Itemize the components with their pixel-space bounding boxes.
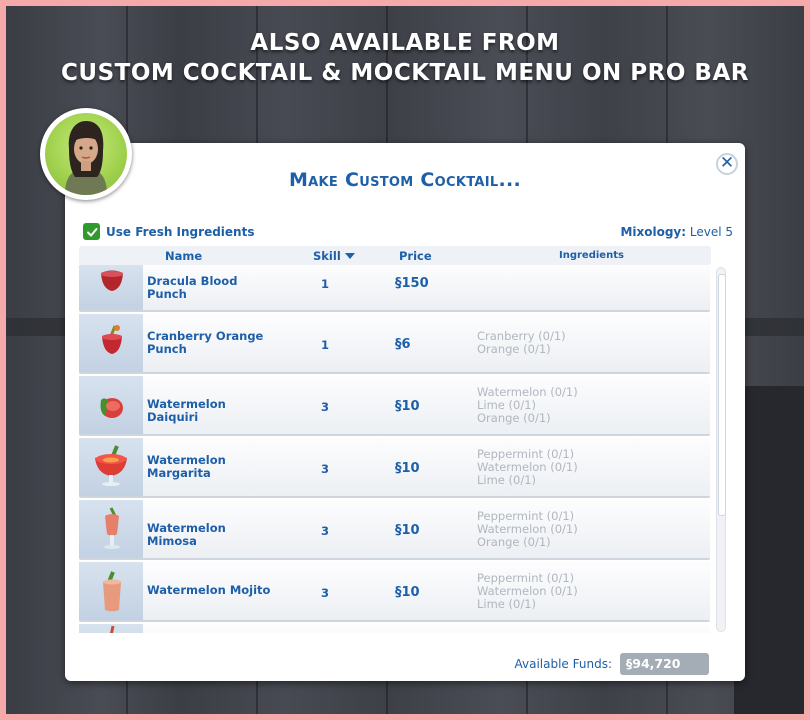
- fresh-ingredients-checkbox[interactable]: [83, 223, 100, 240]
- cranberry-punch-glass-icon: [102, 325, 122, 354]
- column-name[interactable]: Name: [165, 249, 202, 263]
- fresh-ingredients-label: Use Fresh Ingredients: [106, 224, 255, 239]
- sort-desc-icon: [344, 253, 355, 259]
- column-skill-label: Skill: [313, 249, 341, 263]
- funds-label: Available Funds:: [514, 657, 613, 671]
- recipe-name: Dracula Blood Punch: [147, 274, 238, 301]
- scrollbar-thumb[interactable]: [718, 274, 726, 516]
- recipe-skill: 3: [320, 462, 329, 476]
- column-skill[interactable]: Skill: [313, 249, 355, 263]
- recipe-ingredients: Peppermint (0/1) Watermelon (0/1) Orange…: [477, 509, 578, 549]
- drink-glass-icon: [110, 626, 115, 633]
- recipe-ingredients: Peppermint (0/1) Watermelon (0/1) Lime (…: [477, 571, 578, 611]
- recipe-skill: 1: [320, 338, 329, 352]
- recipe-skill: 3: [320, 524, 329, 538]
- recipe-ingredients: Cranberry (0/1) Orange (0/1): [477, 329, 566, 356]
- mixology-label: Mixology:: [620, 225, 687, 239]
- watermelon-mojito-glass-icon: [103, 571, 121, 612]
- recipe-skill: 1: [320, 277, 329, 291]
- dialog-title: Make Custom Cocktail...: [288, 169, 522, 191]
- recipe-ingredients: Watermelon (0/1) Lime (0/1) Orange (0/1): [477, 385, 578, 425]
- recipe-price: §10: [395, 523, 420, 538]
- sim-avatar: [40, 108, 132, 200]
- checkmark-icon: [86, 227, 97, 237]
- screenshot-frame: ALSO AVAILABLE FROM CUSTOM COCKTAIL & MO…: [0, 0, 810, 720]
- recipe-name: Watermelon Margarita: [147, 453, 226, 480]
- column-price[interactable]: Price: [399, 249, 432, 263]
- recipe-price: §6: [395, 337, 411, 352]
- recipe-row-dracula-blood-punch[interactable]: Dracula Blood Punch 1 §150: [79, 265, 710, 312]
- recipe-skill: 3: [320, 586, 329, 600]
- mixology-skill-info: Mixology: Level 5: [620, 225, 733, 239]
- recipe-row-watermelon-mimosa[interactable]: Watermelon Mimosa 3 §10 Peppermint (0/1)…: [79, 500, 710, 560]
- watermelon-mimosa-glass-icon: [104, 507, 120, 549]
- recipe-row-watermelon-daiquiri[interactable]: Watermelon Daiquiri 3 §10 Watermelon (0/…: [79, 376, 710, 436]
- custom-cocktail-dialog: ✕ Make Custom Cocktail... Use Fresh Ingr…: [65, 143, 745, 681]
- recipe-list-scrollbar[interactable]: [716, 267, 726, 632]
- sim-portrait-icon: [65, 121, 107, 195]
- recipe-row-watermelon-mojito[interactable]: Watermelon Mojito 3 §10 Peppermint (0/1)…: [79, 562, 710, 622]
- promo-banner: ALSO AVAILABLE FROM CUSTOM COCKTAIL & MO…: [6, 28, 804, 88]
- recipe-row-cranberry-orange-punch[interactable]: Cranberry Orange Punch 1 §6 Cranberry (0…: [79, 314, 710, 374]
- recipe-name: Cranberry Orange Punch: [147, 329, 264, 356]
- recipe-name: Watermelon Daiquiri: [147, 397, 226, 424]
- recipe-price: §150: [395, 276, 429, 291]
- recipe-row-watermelon-margarita[interactable]: Watermelon Margarita 3 §10 Peppermint (0…: [79, 438, 710, 498]
- recipe-name: Watermelon Mojito: [147, 583, 271, 597]
- recipe-name: Watermelon Mimosa: [147, 521, 226, 548]
- mixology-level: Level 5: [689, 225, 733, 239]
- watermelon-margarita-glass-icon: [95, 445, 127, 486]
- recipe-price: §10: [395, 585, 420, 600]
- recipe-row-partial[interactable]: [79, 624, 710, 633]
- funds-value: §94,720: [620, 653, 709, 675]
- recipe-ingredients: Peppermint (0/1) Watermelon (0/1) Lime (…: [477, 447, 578, 487]
- banner-line-2: CUSTOM COCKTAIL & MOCKTAIL MENU ON PRO B…: [61, 60, 749, 86]
- use-fresh-ingredients-toggle[interactable]: Use Fresh Ingredients: [83, 223, 254, 240]
- column-ingredients[interactable]: Ingredients: [559, 250, 624, 261]
- recipe-skill: 3: [320, 400, 329, 414]
- available-funds: Available Funds: §94,720: [514, 653, 709, 675]
- banner-line-1: ALSO AVAILABLE FROM: [250, 30, 560, 56]
- watermelon-daiquiri-glass-icon: [100, 398, 123, 418]
- recipe-list[interactable]: Dracula Blood Punch 1 §150 Cranberry Ora…: [79, 265, 711, 633]
- recipe-price: §10: [395, 399, 420, 414]
- blood-punch-glass-icon: [101, 270, 123, 291]
- recipe-price: §10: [395, 461, 420, 476]
- table-header: Name Skill Price Ingredients: [79, 246, 711, 265]
